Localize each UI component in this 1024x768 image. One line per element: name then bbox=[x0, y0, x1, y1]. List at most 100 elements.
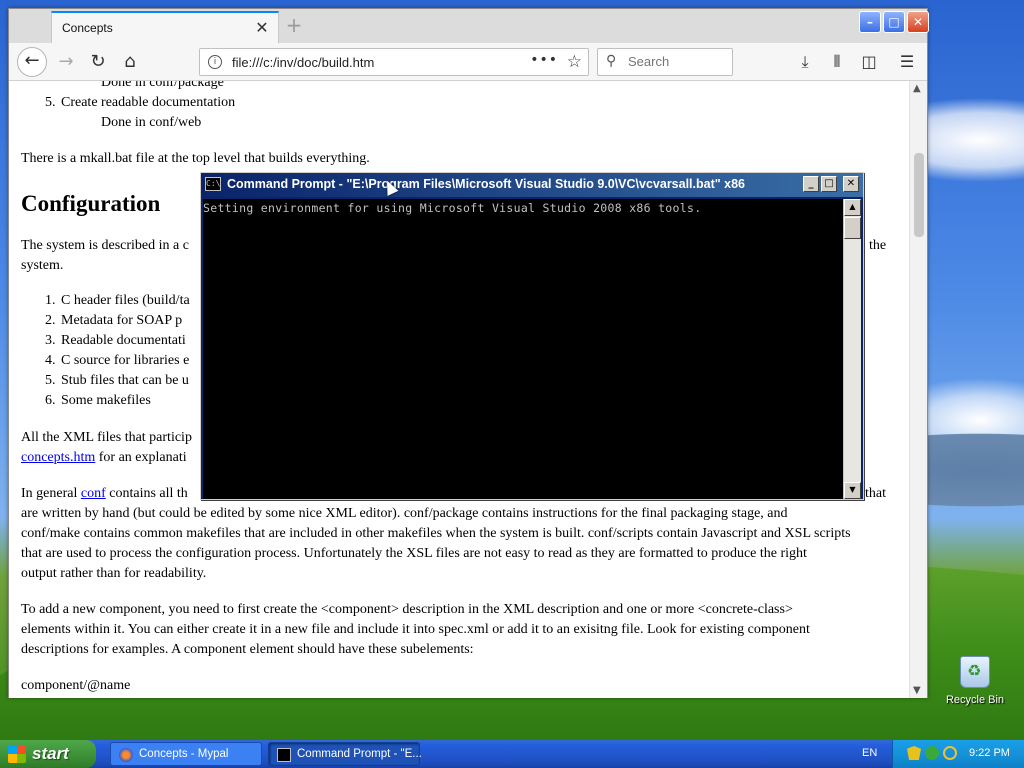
search-box[interactable]: ⚲ bbox=[597, 48, 733, 76]
url-text[interactable]: file:///c:/inv/doc/build.htm bbox=[232, 55, 374, 70]
paragraph-line: elements within it. You can either creat… bbox=[21, 622, 810, 637]
scroll-up-icon[interactable]: ▲ bbox=[913, 83, 921, 94]
network-icon[interactable] bbox=[925, 746, 939, 760]
cmd-close-button[interactable]: ✕ bbox=[843, 176, 859, 192]
cmd-title: Command Prompt - "E:\Program Files\Micro… bbox=[227, 177, 746, 191]
start-label: start bbox=[32, 744, 69, 763]
list-item: Stub files that can be u bbox=[61, 373, 189, 388]
paragraph: In general conf contains all th bbox=[21, 486, 188, 502]
forward-button[interactable]: → bbox=[52, 48, 80, 76]
list-item: Some makefiles bbox=[61, 393, 151, 408]
paragraph-text: contains all th bbox=[109, 486, 188, 501]
cmd-console[interactable]: Setting environment for using Microsoft … bbox=[203, 199, 843, 499]
clock[interactable]: 9:22 PM bbox=[969, 747, 1010, 759]
bookmark-star-icon[interactable]: ☆ bbox=[567, 52, 582, 72]
start-button[interactable]: start bbox=[0, 740, 96, 768]
cmd-window-controls: _ □ ✕ bbox=[803, 176, 859, 192]
site-info-icon[interactable]: i bbox=[208, 55, 222, 69]
list-item: Metadata for SOAP p bbox=[61, 313, 183, 328]
page-heading: Configuration bbox=[21, 191, 161, 216]
maximize-button[interactable]: □ bbox=[883, 11, 905, 33]
search-icon: ⚲ bbox=[606, 53, 617, 69]
taskbar-item-label: Command Prompt - "E... bbox=[297, 748, 422, 760]
list-item-number: 5. bbox=[45, 95, 56, 110]
close-button[interactable]: ✕ bbox=[907, 11, 929, 33]
paragraph: concepts.htm for an explanati bbox=[21, 450, 187, 466]
cmd-scroll-down-icon[interactable]: ▼ bbox=[844, 482, 861, 499]
list-item-number: 5. bbox=[45, 373, 56, 388]
sidebar-icon[interactable]: ◫ bbox=[855, 48, 883, 76]
search-tray-icon[interactable] bbox=[943, 746, 957, 760]
paragraph-line: conf/make contains common makefiles that… bbox=[21, 526, 851, 541]
cmd-scroll-up-icon[interactable]: ▲ bbox=[844, 199, 861, 216]
library-icon[interactable]: ⫴ bbox=[823, 48, 851, 76]
page-actions-icon[interactable]: ••• bbox=[530, 52, 558, 68]
browser-app-icon bbox=[119, 748, 133, 762]
paragraph-fragment: the bbox=[869, 238, 887, 253]
paragraph-text: for an explanati bbox=[98, 450, 187, 465]
cmd-scroll-thumb[interactable] bbox=[844, 217, 861, 239]
home-button[interactable]: ⌂ bbox=[116, 48, 144, 76]
paragraph: system. bbox=[21, 258, 64, 273]
cmd-icon[interactable]: C:\ bbox=[205, 177, 221, 191]
list-item: C source for libraries e bbox=[61, 353, 190, 368]
browser-titlebar[interactable]: Concepts ✕ + – □ ✕ bbox=[9, 9, 929, 43]
cmd-maximize-button[interactable]: □ bbox=[821, 176, 837, 192]
cmd-minimize-button[interactable]: _ bbox=[803, 176, 819, 192]
language-indicator[interactable]: EN bbox=[862, 747, 877, 759]
list-item-sub: Done in conf/web bbox=[101, 115, 202, 130]
paragraph-text: In general bbox=[21, 486, 78, 501]
downloads-icon[interactable]: ⤓ bbox=[791, 48, 819, 76]
tab-concepts[interactable]: Concepts ✕ bbox=[51, 11, 279, 43]
security-shield-icon[interactable] bbox=[907, 746, 921, 760]
menu-icon[interactable]: ☰ bbox=[893, 48, 921, 76]
list-item: Readable documentati bbox=[61, 333, 186, 348]
reload-button[interactable]: ↻ bbox=[84, 48, 112, 76]
paragraph-line: descriptions for examples. A component e… bbox=[21, 642, 474, 657]
recycle-bin-icon[interactable] bbox=[960, 656, 990, 688]
concepts-link[interactable]: concepts.htm bbox=[21, 450, 95, 465]
conf-link[interactable]: conf bbox=[81, 486, 106, 501]
windows-flag-icon bbox=[8, 745, 26, 763]
taskbar-item-cmd[interactable]: Command Prompt - "E... bbox=[268, 742, 422, 766]
list-item: C header files (build/ta bbox=[61, 293, 190, 308]
taskbar-item-label: Concepts - Mypal bbox=[139, 748, 229, 760]
list-item-5-partial-sub: Done in conf/package bbox=[101, 81, 224, 90]
tab-close-icon[interactable]: ✕ bbox=[252, 18, 272, 38]
list-item-number: 1. bbox=[45, 293, 56, 308]
list-item-number: 4. bbox=[45, 353, 56, 368]
tab-title: Concepts bbox=[62, 21, 113, 35]
paragraph-line: that are used to process the configurati… bbox=[21, 546, 807, 561]
paragraph: The system is described in a c bbox=[21, 238, 189, 253]
cmd-titlebar[interactable]: C:\ Command Prompt - "E:\Program Files\M… bbox=[201, 173, 863, 197]
window-controls: – □ ✕ bbox=[859, 11, 929, 33]
taskbar-item-browser[interactable]: Concepts - Mypal bbox=[110, 742, 262, 766]
paragraph: There is a mkall.bat file at the top lev… bbox=[21, 151, 370, 166]
paragraph: All the XML files that particip bbox=[21, 430, 192, 445]
recycle-bin-label[interactable]: Recycle Bin bbox=[944, 694, 1006, 706]
system-tray: 9:22 PM bbox=[892, 740, 1024, 768]
search-input[interactable] bbox=[628, 54, 728, 69]
paragraph-line: To add a new component, you need to firs… bbox=[21, 602, 793, 617]
recycle-bin[interactable]: Recycle Bin bbox=[944, 656, 1006, 706]
command-prompt-window[interactable]: C:\ Command Prompt - "E:\Program Files\M… bbox=[200, 172, 864, 500]
cmd-output: Setting environment for using Microsoft … bbox=[203, 201, 702, 215]
cmd-scrollbar[interactable]: ▲ ▼ bbox=[843, 199, 861, 499]
list-item: Create readable documentation bbox=[61, 95, 236, 110]
list-item-number: 6. bbox=[45, 393, 56, 408]
cmd-app-icon bbox=[277, 748, 291, 762]
paragraph-line: are written by hand (but could be edited… bbox=[21, 506, 788, 521]
definition-term: component/@name bbox=[21, 678, 131, 693]
back-button[interactable]: ← bbox=[17, 47, 47, 77]
list-item-number: 2. bbox=[45, 313, 56, 328]
scroll-down-icon[interactable]: ▼ bbox=[913, 685, 921, 696]
scrollbar-thumb[interactable] bbox=[914, 153, 924, 237]
paragraph-fragment: that bbox=[865, 486, 886, 501]
url-bar[interactable]: i file:///c:/inv/doc/build.htm ••• ☆ bbox=[199, 48, 589, 76]
page-scrollbar[interactable]: ▲ ▼ bbox=[909, 81, 927, 698]
paragraph-line: output rather than for readability. bbox=[21, 566, 207, 581]
minimize-button[interactable]: – bbox=[859, 11, 881, 33]
taskbar: start Concepts - Mypal Command Prompt - … bbox=[0, 740, 1024, 768]
new-tab-icon[interactable]: + bbox=[283, 13, 305, 37]
nav-toolbar: ← → ↻ ⌂ i file:///c:/inv/doc/build.htm •… bbox=[9, 43, 927, 81]
